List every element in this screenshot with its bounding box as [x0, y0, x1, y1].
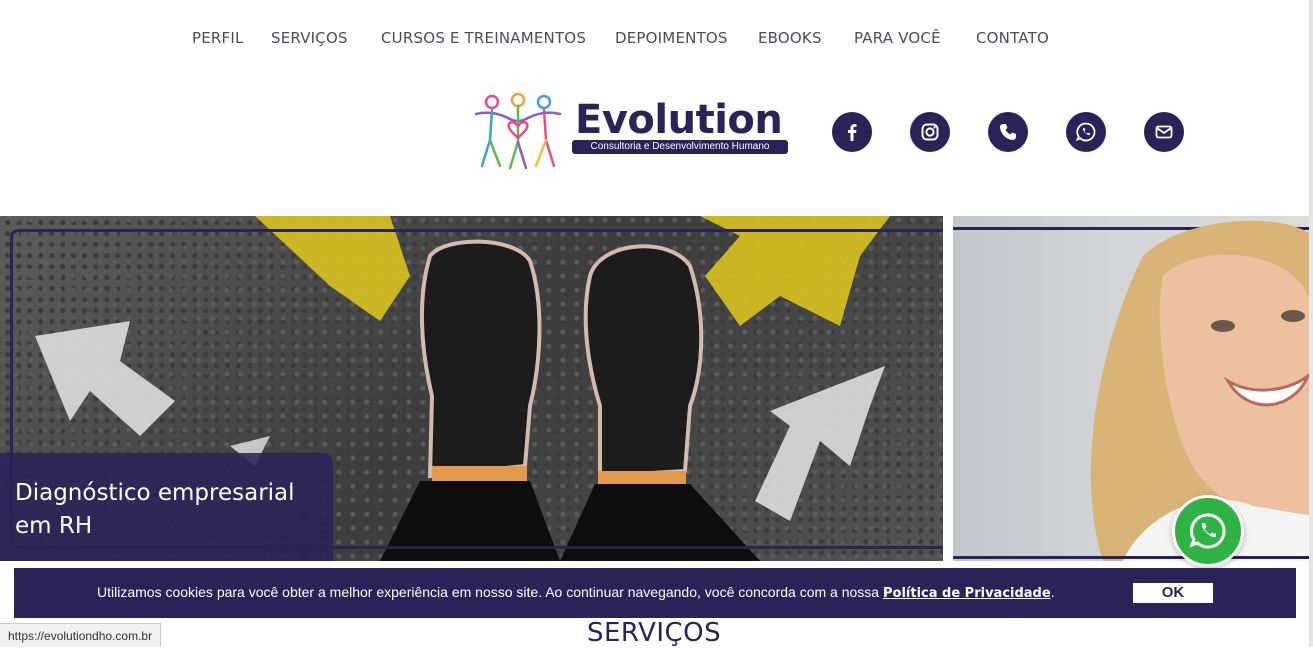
- slide-frame-bottom: [953, 556, 1313, 559]
- email-button[interactable]: [1144, 112, 1184, 152]
- facebook-button[interactable]: [832, 112, 872, 152]
- cookie-banner: Utilizamos cookies para você obter a mel…: [14, 568, 1296, 618]
- cookie-message: Utilizamos cookies para você obter a mel…: [97, 584, 1055, 601]
- slide-caption: Diagnóstico empresarial em RH: [15, 480, 295, 539]
- whatsapp-icon: [1189, 513, 1226, 549]
- nav-contato[interactable]: CONTATO: [976, 29, 1049, 47]
- phone-button[interactable]: [988, 112, 1028, 152]
- instagram-icon: [921, 123, 939, 141]
- main-nav: PERFIL SERVIÇOS CURSOS E TREINAMENTOS DE…: [0, 0, 1313, 78]
- nav-ebooks[interactable]: EBOOKS: [758, 29, 822, 47]
- logo-figures-icon: [474, 92, 562, 170]
- instagram-button[interactable]: [910, 112, 950, 152]
- phone-icon: [1000, 124, 1016, 140]
- nav-para-voce[interactable]: PARA VOCÊ: [854, 29, 941, 47]
- status-bar-url: https://evolutiondho.com.br: [0, 623, 162, 647]
- logo-tagline: Consultoria e Desenvolvimento Humano: [572, 140, 788, 154]
- cookie-suffix: .: [1050, 584, 1055, 600]
- whatsapp-float-button[interactable]: [1172, 495, 1244, 567]
- facebook-icon: [848, 124, 857, 141]
- nav-servicos[interactable]: SERVIÇOS: [271, 29, 348, 47]
- nav-depoimentos[interactable]: DEPOIMENTOS: [615, 29, 728, 47]
- nav-perfil[interactable]: PERFIL: [192, 29, 244, 47]
- cookie-ok-button[interactable]: OK: [1133, 583, 1213, 603]
- carousel-slide-next[interactable]: [953, 216, 1313, 561]
- section-title-servicos: SERVIÇOS: [587, 618, 722, 648]
- slide-caption-box: Diagnóstico empresarial em RH: [0, 453, 333, 561]
- slide-photo-woman: [1090, 220, 1313, 561]
- carousel-slide-main[interactable]: Diagnóstico empresarial em RH: [0, 216, 943, 561]
- whatsapp-icon: [1075, 122, 1096, 142]
- page-scrollbar[interactable]: [1309, 0, 1313, 647]
- nav-cursos-e-treinamentos[interactable]: CURSOS E TREINAMENTOS: [381, 29, 586, 47]
- email-icon: [1155, 125, 1173, 139]
- site-logo[interactable]: Evolution Consultoria e Desenvolvimento …: [472, 92, 792, 174]
- cookie-text: Utilizamos cookies para você obter a mel…: [97, 584, 883, 600]
- whatsapp-button[interactable]: [1066, 112, 1106, 152]
- privacy-policy-link[interactable]: Política de Privacidade: [883, 586, 1051, 601]
